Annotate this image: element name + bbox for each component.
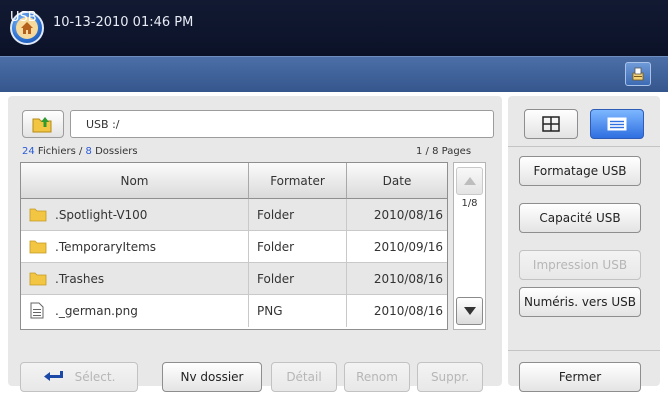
list-view-icon <box>607 117 627 131</box>
close-button[interactable]: Fermer <box>519 362 641 392</box>
parent-folder-button[interactable] <box>22 110 64 138</box>
page-indicator: 1 / 8 Pages <box>416 146 472 157</box>
list-view-button[interactable] <box>590 109 644 139</box>
column-header-date[interactable]: Date <box>347 163 447 199</box>
file-date: 2010/08/16 <box>373 304 443 318</box>
files-label: Fichiers / <box>34 146 86 157</box>
page-title: USB <box>10 10 37 25</box>
job-status-icon <box>632 67 644 81</box>
file-format: Folder <box>257 231 347 263</box>
title-bar <box>0 56 668 92</box>
file-format: Folder <box>257 263 347 295</box>
usb-capacity-button[interactable]: Capacité USB <box>519 203 641 233</box>
folder-up-icon <box>32 117 52 133</box>
file-date: 2010/08/16 <box>373 208 443 222</box>
list-scrollbar[interactable]: 1/8 <box>453 162 486 330</box>
folder-icon <box>29 240 47 254</box>
scan-to-usb-button[interactable]: Numéris. vers USB <box>519 287 641 317</box>
item-count: 24 Fichiers / 8 Dossiers <box>22 146 138 157</box>
table-row[interactable]: .Trashes Folder 2010/08/16 <box>21 263 447 295</box>
new-folder-button[interactable]: Nv dossier <box>162 362 262 392</box>
column-header-name[interactable]: Nom <box>21 163 249 199</box>
path-display: USB :/ <box>70 110 494 138</box>
job-status-button[interactable] <box>625 62 651 86</box>
file-name: ._german.png <box>55 295 249 327</box>
thumbnail-view-button[interactable] <box>524 109 578 139</box>
folders-label: Dossiers <box>91 146 138 157</box>
file-format: Folder <box>257 199 347 231</box>
file-format: PNG <box>257 295 347 327</box>
delete-button[interactable]: Suppr. <box>417 362 483 392</box>
file-name: .TemporaryItems <box>55 231 249 263</box>
scroll-up-button[interactable] <box>456 167 483 195</box>
file-table: Nom Formater Date .Spotlight-V100 Folder… <box>20 162 448 330</box>
table-row[interactable]: ._german.png PNG 2010/08/16 <box>21 295 447 327</box>
divider <box>508 350 660 351</box>
arrow-down-icon <box>463 307 476 315</box>
folder-icon <box>29 272 47 286</box>
divider <box>508 146 660 147</box>
usb-print-button[interactable]: Impression USB <box>519 250 641 280</box>
format-usb-button[interactable]: Formatage USB <box>519 156 641 186</box>
file-name: .Spotlight-V100 <box>55 199 249 231</box>
scroll-page-label: 1/8 <box>461 198 478 209</box>
arrow-up-icon <box>463 177 476 185</box>
detail-button[interactable]: Détail <box>271 362 337 392</box>
file-name: .Trashes <box>55 263 249 295</box>
table-row[interactable]: .Spotlight-V100 Folder 2010/08/16 <box>21 199 447 231</box>
side-actions-panel <box>508 96 660 386</box>
column-header-format[interactable]: Formater <box>249 163 347 199</box>
file-date: 2010/08/16 <box>373 272 443 286</box>
files-count: 24 <box>22 146 35 157</box>
select-button[interactable]: Sélect. <box>20 362 138 392</box>
select-label: Sélect. <box>74 370 116 384</box>
path-text: USB :/ <box>86 118 120 131</box>
enter-arrow-icon <box>43 371 63 381</box>
file-date: 2010/09/16 <box>373 240 443 254</box>
datetime-display: 10-13-2010 01:46 PM <box>53 15 194 30</box>
folder-icon <box>29 208 47 222</box>
file-icon <box>30 302 44 319</box>
scroll-down-button[interactable] <box>456 297 483 325</box>
rename-button[interactable]: Renom <box>344 362 410 392</box>
grid-view-icon <box>542 116 560 132</box>
table-row[interactable]: .TemporaryItems Folder 2010/09/16 <box>21 231 447 263</box>
